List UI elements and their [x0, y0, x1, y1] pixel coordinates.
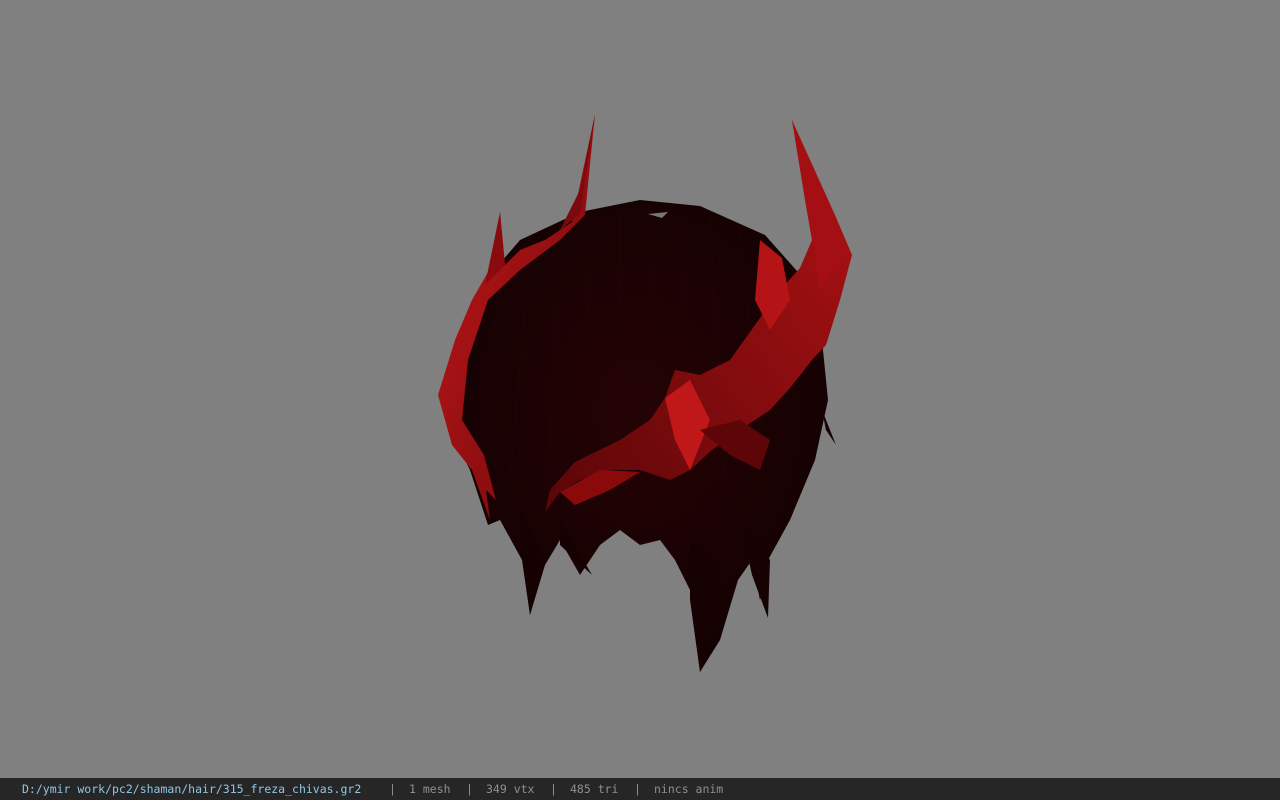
3d-viewport[interactable]: [0, 0, 1280, 778]
hair-model-render[interactable]: [0, 0, 1280, 778]
triangle-count: 485 tri: [570, 782, 619, 796]
vertex-count: 349 vtx: [486, 782, 535, 796]
status-bar: D:/ymir work/pc2/shaman/hair/315_freza_c…: [0, 778, 1280, 800]
model-viewer-window: D:/ymir work/pc2/shaman/hair/315_freza_c…: [0, 0, 1280, 800]
file-path: D:/ymir work/pc2/shaman/hair/315_freza_c…: [22, 782, 362, 796]
status-separator: |: [550, 782, 557, 796]
status-separator: |: [634, 782, 641, 796]
animation-status: nincs anim: [654, 782, 724, 796]
status-separator: |: [389, 782, 396, 796]
mesh-count: 1 mesh: [409, 782, 451, 796]
status-separator: |: [466, 782, 473, 796]
